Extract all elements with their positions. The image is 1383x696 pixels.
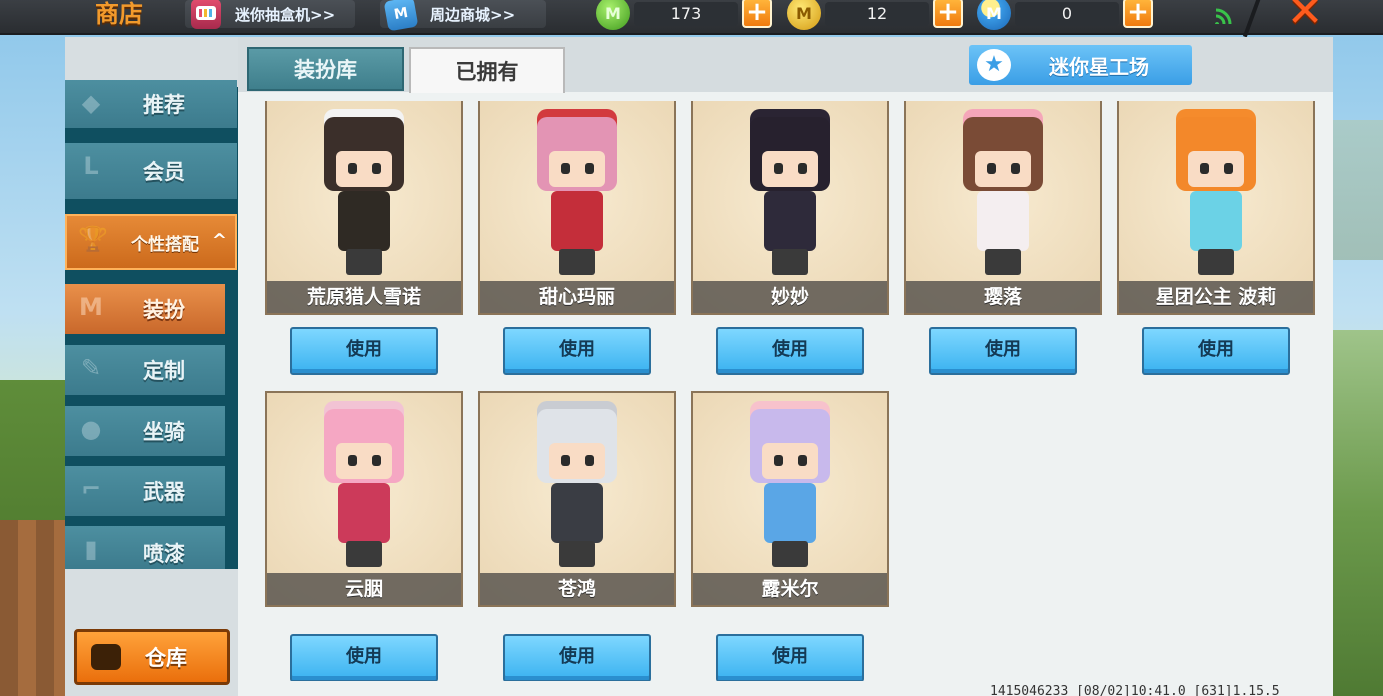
skin-name: 荒原猎人雪诺: [267, 281, 461, 313]
green-coin-amount: 173: [634, 2, 738, 26]
sidebar-item-label: 推荐: [143, 93, 185, 117]
recommend-icon: ◆: [81, 89, 101, 117]
skin-card[interactable]: 甜心玛丽: [478, 101, 676, 315]
skin-character-image: [316, 105, 412, 275]
skin-name: 璎落: [906, 281, 1100, 313]
mount-icon: ●: [80, 415, 102, 443]
wifi-icon: [1215, 8, 1232, 24]
sidebar-item-weapon[interactable]: ⌐ 武器: [65, 466, 225, 516]
mall-icon: M: [383, 0, 419, 32]
sidebar-item-label: 装扮: [143, 298, 185, 322]
sidebar-item-label: 坐骑: [143, 420, 185, 444]
close-button[interactable]: ✕: [1283, 0, 1327, 34]
shirt-icon: M: [79, 293, 103, 321]
use-button[interactable]: 使用: [290, 634, 438, 681]
skin-character-image: [529, 105, 625, 275]
add-gold-coin-button[interactable]: +: [933, 0, 963, 28]
mini-coin-icon: M: [977, 0, 1011, 30]
shop-title: 商店: [95, 0, 143, 28]
tab-owned[interactable]: 已拥有: [409, 47, 565, 93]
debug-info: 1415046233 [08/02]10:41.0 [631]1.15.5: [990, 684, 1280, 696]
workshop-label: 迷你星工场: [1049, 54, 1149, 79]
background-dirt-left: [0, 520, 70, 696]
skin-name: 妙妙: [693, 281, 887, 313]
sidebar-item-outfit[interactable]: M 装扮: [65, 284, 225, 334]
use-button[interactable]: 使用: [503, 327, 651, 375]
gun-icon: ⌐: [80, 475, 102, 503]
background-block: [1331, 120, 1383, 260]
skin-name: 星团公主 波莉: [1119, 281, 1313, 313]
mini-coin-amount: 0: [1015, 2, 1119, 26]
sidebar-item-label: 喷漆: [143, 542, 185, 566]
skin-card[interactable]: 露米尔: [691, 391, 889, 607]
green-coin-icon: M: [596, 0, 630, 30]
skin-name: 甜心玛丽: [480, 281, 674, 313]
spray-icon: ▮: [84, 535, 98, 563]
sidebar-item-label: 武器: [143, 480, 185, 504]
blind-box-label: 迷你抽盒机>>: [235, 5, 336, 24]
mini-workshop-button[interactable]: ★ 迷你星工场: [969, 45, 1192, 85]
member-icon: L: [83, 152, 99, 180]
skin-grid: 荒原猎人雪诺 使用 甜心玛丽 使用 妙妙 使用 璎落 使用 星团公主 波莉 使用 云胭 使用 苍鸿 使用露…: [240, 101, 1333, 681]
blind-box-icon: [191, 0, 221, 29]
merch-mall-label: 周边商城>>: [430, 5, 516, 24]
blind-box-link[interactable]: 迷你抽盒机>>: [185, 0, 355, 29]
trophy-icon: 🏆: [78, 225, 108, 253]
sidebar-item-member[interactable]: L 会员: [65, 143, 237, 199]
add-mini-coin-button[interactable]: +: [1123, 0, 1153, 28]
sidebar-group-label: 个性搭配: [131, 234, 199, 255]
top-bar: 商店 迷你抽盒机>> M 周边商城>> M 173 + M 12 + M 0 +…: [0, 0, 1383, 38]
use-button[interactable]: 使用: [503, 634, 651, 681]
use-button[interactable]: 使用: [929, 327, 1077, 375]
skin-character-image: [1168, 105, 1264, 275]
skin-card[interactable]: 荒原猎人雪诺: [265, 101, 463, 315]
skin-character-image: [529, 397, 625, 567]
skin-card[interactable]: 璎落: [904, 101, 1102, 315]
warehouse-label: 仓库: [145, 646, 187, 670]
use-button[interactable]: 使用: [716, 634, 864, 681]
gold-coin-amount: 12: [825, 2, 929, 26]
gold-coin-icon: M: [787, 0, 821, 30]
use-button[interactable]: 使用: [716, 327, 864, 375]
sidebar-item-custom[interactable]: ✎ 定制: [65, 345, 225, 395]
sidebar-item-recommend[interactable]: ◆ 推荐: [65, 80, 237, 128]
warehouse-button[interactable]: 仓库: [74, 629, 230, 685]
skin-name: 苍鸿: [480, 573, 674, 605]
star-icon: ★: [977, 49, 1011, 81]
skin-card[interactable]: 苍鸿: [478, 391, 676, 607]
sidebar-item-label: 定制: [143, 359, 185, 383]
add-green-coin-button[interactable]: +: [742, 0, 772, 28]
skin-card[interactable]: 星团公主 波莉: [1117, 101, 1315, 315]
skin-name: 云胭: [267, 573, 461, 605]
background-grass-right: [1331, 330, 1383, 696]
tab-wardrobe[interactable]: 装扮库: [247, 47, 404, 91]
pencil-icon: ✎: [80, 354, 102, 382]
skin-character-image: [316, 397, 412, 567]
merch-mall-link[interactable]: M 周边商城>>: [380, 0, 546, 32]
use-button[interactable]: 使用: [290, 327, 438, 375]
sidebar-group-personal-style[interactable]: 🏆 个性搭配 ^: [65, 214, 237, 270]
skin-card[interactable]: 妙妙: [691, 101, 889, 315]
skin-name: 露米尔: [693, 573, 887, 605]
topbar-divider: [1242, 0, 1262, 38]
use-button[interactable]: 使用: [1142, 327, 1290, 375]
sidebar-item-mount[interactable]: ● 坐骑: [65, 406, 225, 456]
skin-character-image: [742, 105, 838, 275]
skin-card[interactable]: 云胭: [265, 391, 463, 607]
sidebar-item-spray[interactable]: ▮ 喷漆: [65, 526, 225, 569]
skin-character-image: [955, 105, 1051, 275]
skin-character-image: [742, 397, 838, 567]
sidebar-item-label: 会员: [143, 160, 185, 184]
chevron-up-icon: ^: [211, 230, 227, 251]
warehouse-icon: [91, 644, 121, 670]
